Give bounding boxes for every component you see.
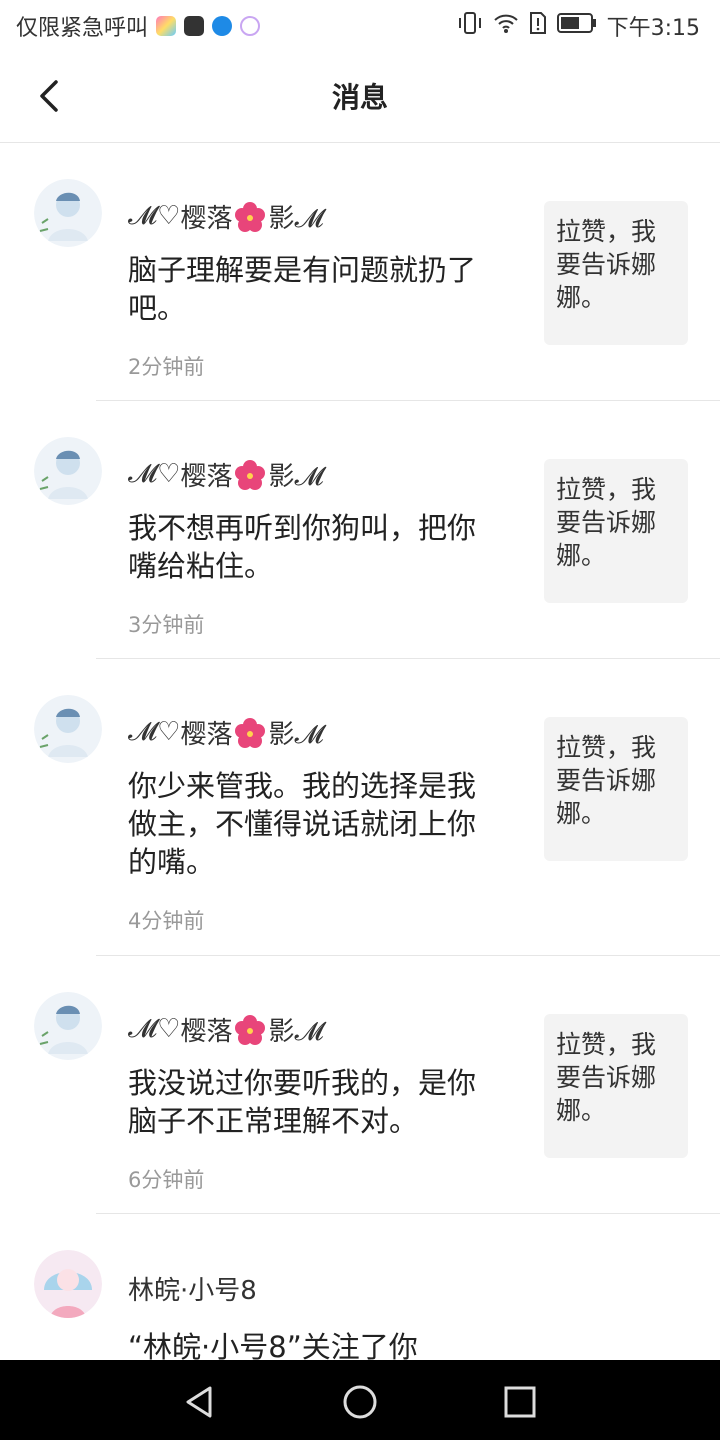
username-suffix: 影𝓜: [268, 720, 324, 750]
navigation-bar: [0, 1360, 720, 1440]
username[interactable]: 𝓜♡ 樱落 影𝓜: [128, 714, 324, 751]
reply-preview[interactable]: 拉赞，我要告诉娜娜。: [544, 201, 688, 345]
username-prefix: 𝓜♡: [128, 201, 181, 231]
nav-recents-button[interactable]: [500, 1382, 540, 1422]
message-text: 我没说过你要听我的，是你脑子不正常理解不对。: [128, 1066, 477, 1138]
nav-home-button[interactable]: [340, 1382, 380, 1422]
status-left: 仅限紧急呼叫: [16, 10, 261, 42]
message-list[interactable]: 𝓜♡ 樱落 影𝓜 脑子理解要是有问题就扔了吧。 2分钟前 拉赞，我要告诉娜娜。 …: [0, 143, 720, 1360]
hibiscus-flower-icon: [234, 1014, 266, 1046]
triangle-back-icon: [186, 1386, 212, 1418]
nav-back-button[interactable]: [180, 1382, 220, 1422]
reply-preview[interactable]: 拉赞，我要告诉娜娜。: [544, 717, 688, 861]
message-text: 我不想再听到你狗叫，把你嘴给粘住。: [128, 511, 477, 583]
follow-notification-item[interactable]: 林皖·小号8 “林皖·小号8”关注了你: [0, 1214, 720, 1360]
status-right: 下午3:15: [457, 10, 700, 42]
message-time: 2分钟前: [128, 355, 205, 379]
username-mid: 樱落: [180, 462, 233, 492]
username[interactable]: 𝓜♡ 樱落 影𝓜: [128, 1011, 324, 1048]
app-notification-icon: [156, 16, 177, 36]
username-suffix: 影𝓜: [268, 462, 324, 492]
message-item[interactable]: 𝓜♡ 樱落 影𝓜 我不想再听到你狗叫，把你嘴给粘住。 3分钟前 拉赞，我要告诉娜…: [0, 401, 720, 659]
reply-preview[interactable]: 拉赞，我要告诉娜娜。: [544, 459, 688, 603]
music-app-icon: [240, 16, 261, 36]
vibrate-icon: [457, 11, 483, 41]
hibiscus-flower-icon: [234, 459, 266, 491]
mail-app-icon: [184, 16, 205, 36]
message-text: 你少来管我。我的选择是我做主，不懂得说话就闭上你的嘴。: [128, 769, 477, 879]
username-suffix: 影𝓜: [268, 1017, 324, 1047]
hibiscus-flower-icon: [234, 201, 266, 233]
status-bar: 仅限紧急呼叫 下午3:15: [0, 0, 720, 50]
square-recents-icon: [504, 1386, 536, 1418]
avatar[interactable]: [34, 437, 102, 505]
sim-alert-icon: [529, 11, 547, 41]
avatar[interactable]: [34, 179, 102, 247]
reply-preview[interactable]: 拉赞，我要告诉娜娜。: [544, 1014, 688, 1158]
page-title: 消息: [331, 81, 388, 114]
avatar[interactable]: [34, 992, 102, 1060]
username-prefix: 𝓜♡: [128, 717, 181, 747]
follow-message: “林皖·小号8”关注了你: [128, 1330, 418, 1360]
message-time: 3分钟前: [128, 613, 205, 637]
wifi-icon: [493, 12, 519, 40]
hibiscus-flower-icon: [234, 717, 266, 749]
message-time: 6分钟前: [128, 1168, 205, 1192]
avatar[interactable]: [34, 1250, 102, 1318]
header: 消息: [0, 50, 720, 143]
username[interactable]: 𝓜♡ 樱落 影𝓜: [128, 456, 324, 493]
location-app-icon: [212, 16, 233, 36]
avatar[interactable]: [34, 695, 102, 763]
status-time: 下午3:15: [606, 16, 700, 41]
username-mid: 樱落: [180, 720, 233, 750]
circle-home-icon: [343, 1385, 377, 1419]
username-mid: 樱落: [180, 204, 233, 234]
message-item[interactable]: 𝓜♡ 樱落 影𝓜 脑子理解要是有问题就扔了吧。 2分钟前 拉赞，我要告诉娜娜。: [0, 143, 720, 401]
username-suffix: 影𝓜: [268, 204, 324, 234]
emergency-call-label: 仅限紧急呼叫: [16, 16, 149, 41]
username-mid: 樱落: [180, 1017, 233, 1047]
message-item[interactable]: 𝓜♡ 樱落 影𝓜 你少来管我。我的选择是我做主，不懂得说话就闭上你的嘴。 4分钟…: [0, 659, 720, 956]
battery-icon: [556, 12, 597, 40]
username-prefix: 𝓜♡: [128, 1014, 181, 1044]
message-time: 4分钟前: [128, 909, 205, 933]
message-item[interactable]: 𝓜♡ 樱落 影𝓜 我没说过你要听我的，是你脑子不正常理解不对。 6分钟前 拉赞，…: [0, 956, 720, 1214]
follower-username[interactable]: 林皖·小号8: [128, 1270, 257, 1307]
message-text: 脑子理解要是有问题就扔了吧。: [128, 253, 477, 325]
username-prefix: 𝓜♡: [128, 459, 181, 489]
username[interactable]: 𝓜♡ 樱落 影𝓜: [128, 198, 324, 235]
